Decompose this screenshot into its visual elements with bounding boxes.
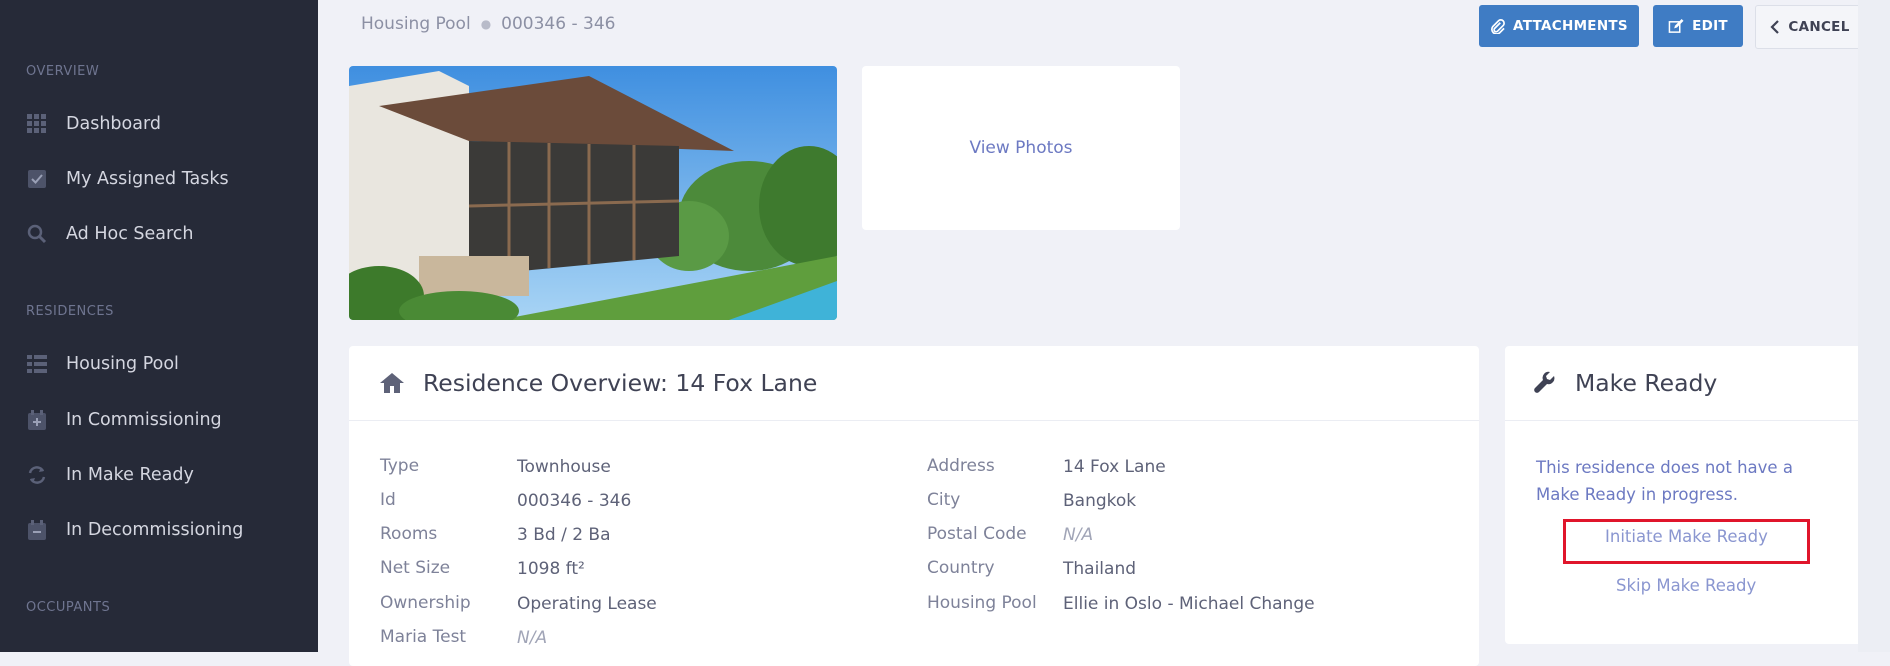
field-label: Postal Code: [927, 524, 1027, 544]
sidebar-item-in-make-ready[interactable]: In Make Ready: [26, 457, 194, 493]
breadcrumb-current: 000346 - 346: [501, 14, 616, 34]
field-value: 14 Fox Lane: [1063, 457, 1166, 477]
dashboard-grid-icon: [26, 113, 48, 135]
cancel-button[interactable]: CANCEL: [1755, 5, 1865, 49]
field-value: 3 Bd / 2 Ba: [517, 525, 611, 545]
sidebar-item-label: Dashboard: [66, 114, 161, 134]
field-label: Ownership: [380, 593, 471, 613]
sidebar-item-label: Housing Pool: [66, 354, 179, 374]
wrench-icon: [1533, 371, 1557, 395]
home-icon: [379, 372, 405, 394]
field-value: N/A: [1063, 525, 1094, 545]
field-label: Net Size: [380, 558, 451, 578]
chevron-left-icon: [1770, 20, 1780, 34]
sidebar-item-label: In Make Ready: [66, 465, 194, 485]
edit-button[interactable]: EDIT: [1653, 5, 1743, 47]
residence-photo[interactable]: [349, 66, 837, 320]
sidebar-item-label: In Commissioning: [66, 410, 222, 430]
make-ready-header: Make Ready: [1505, 346, 1863, 421]
sidebar-item-label: In Decommissioning: [66, 520, 244, 540]
edit-icon: [1668, 18, 1684, 33]
residence-overview-title: Residence Overview: 14 Fox Lane: [423, 369, 818, 397]
field-value: Operating Lease: [517, 594, 657, 614]
list-table-icon: [26, 353, 48, 375]
calendar-minus-icon: [26, 519, 48, 541]
highlight-box: [1563, 519, 1810, 564]
breadcrumb-parent[interactable]: Housing Pool: [361, 14, 471, 34]
sidebar-item-label: My Assigned Tasks: [66, 169, 229, 189]
field-label: Maria Test: [380, 627, 467, 647]
field-label: Id: [380, 490, 396, 510]
search-icon: [26, 223, 48, 245]
field-value: Townhouse: [517, 457, 611, 477]
field-label: City: [927, 490, 961, 510]
calendar-plus-icon: [26, 409, 48, 431]
field-value: Bangkok: [1063, 491, 1137, 511]
attachments-label: ATTACHMENTS: [1513, 18, 1628, 34]
checkbox-icon: [26, 168, 48, 190]
residence-overview-card: Residence Overview: 14 Fox Lane Type Tow…: [349, 346, 1479, 666]
field-label: Type: [380, 456, 420, 476]
residence-overview-header: Residence Overview: 14 Fox Lane: [349, 346, 1479, 421]
attachments-button[interactable]: ATTACHMENTS: [1479, 5, 1639, 47]
field-label: Rooms: [380, 524, 438, 544]
edit-label: EDIT: [1692, 18, 1728, 34]
breadcrumb: Housing Pool ● 000346 - 346: [361, 14, 615, 34]
sidebar: OVERVIEW Dashboard My Assigned Tasks Ad …: [0, 0, 318, 652]
sidebar-section-residences: RESIDENCES: [26, 304, 114, 319]
view-photos-label: View Photos: [969, 138, 1073, 158]
scrollbar[interactable]: [1858, 0, 1890, 652]
field-value: 000346 - 346: [517, 491, 632, 511]
sidebar-item-label: Ad Hoc Search: [66, 224, 194, 244]
view-photos-button[interactable]: View Photos: [862, 66, 1180, 230]
field-label: Country: [927, 558, 995, 578]
make-ready-message: This residence does not have a Make Read…: [1536, 458, 1793, 504]
sidebar-section-overview: OVERVIEW: [26, 64, 100, 79]
sidebar-item-in-commissioning[interactable]: In Commissioning: [26, 402, 222, 438]
breadcrumb-separator: ●: [480, 17, 492, 31]
sidebar-section-occupants: OCCUPANTS: [26, 600, 111, 615]
sidebar-item-housing-pool[interactable]: Housing Pool: [26, 346, 179, 382]
field-value: Thailand: [1063, 559, 1137, 579]
sidebar-item-my-assigned-tasks[interactable]: My Assigned Tasks: [26, 161, 229, 197]
skip-make-ready-link[interactable]: Skip Make Ready: [1616, 576, 1756, 595]
sidebar-item-in-decommissioning[interactable]: In Decommissioning: [26, 512, 243, 548]
field-value: N/A: [517, 628, 548, 648]
field-value: 1098 ft²: [517, 559, 585, 579]
make-ready-card: Make Ready This residence does not have …: [1505, 346, 1863, 644]
sidebar-item-ad-hoc-search[interactable]: Ad Hoc Search: [26, 216, 194, 252]
cancel-label: CANCEL: [1788, 19, 1850, 35]
sidebar-item-dashboard[interactable]: Dashboard: [26, 106, 161, 142]
make-ready-title: Make Ready: [1575, 369, 1718, 397]
paperclip-icon: [1491, 18, 1505, 34]
field-label: Housing Pool: [927, 593, 1037, 613]
field-value: Ellie in Oslo - Michael Change: [1063, 594, 1315, 614]
refresh-icon: [26, 464, 48, 486]
field-label: Address: [927, 456, 995, 476]
